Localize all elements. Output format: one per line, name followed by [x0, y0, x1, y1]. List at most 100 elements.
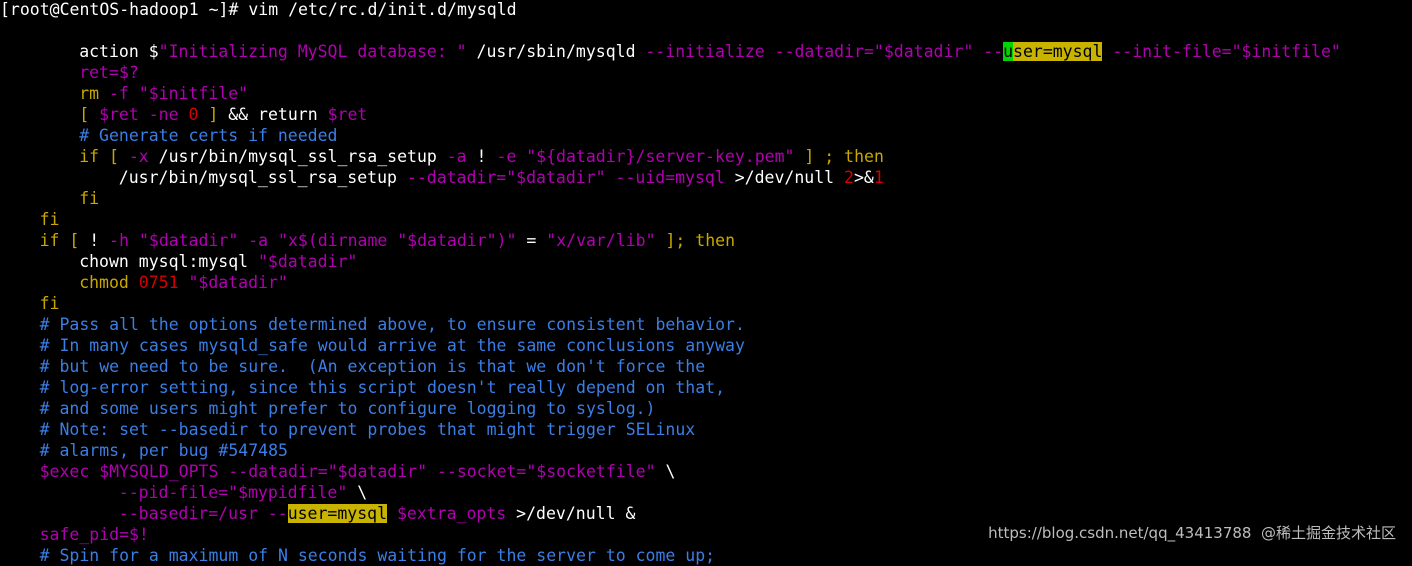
code-line: # and some users might prefer to configu…: [40, 398, 656, 419]
code-token: $extra_opts: [387, 504, 517, 523]
code-token: "$datadir": [327, 462, 428, 481]
code-token: "$mypidfile": [228, 483, 348, 502]
code-token: fi: [39, 210, 60, 229]
code-token: ]; then: [655, 231, 736, 250]
code-line: # alarms, per bug #547485: [40, 440, 288, 461]
code-token: -e: [496, 147, 517, 166]
code-token: -ne: [138, 105, 189, 124]
code-line: /usr/bin/mysql_ssl_rsa_setup --datadir="…: [119, 167, 884, 188]
code-token: -a: [446, 147, 467, 166]
code-token: !: [466, 147, 497, 166]
code-line: rm -f "$initfile": [79, 83, 248, 104]
code-token: if [: [39, 231, 90, 250]
code-token: --basedir=/usr --: [118, 504, 288, 523]
code-line: # Pass all the options determined above,…: [40, 314, 745, 335]
code-token: "Initializing MySQL database: ": [158, 42, 467, 61]
code-token: && return: [228, 105, 328, 124]
code-token: fi: [39, 294, 60, 313]
code-token: "x/var/lib": [546, 231, 656, 250]
code-token: =: [516, 231, 547, 250]
code-line: fi: [40, 293, 60, 314]
code-token: --socket=: [427, 462, 527, 481]
code-line: # Note: set --basedir to prevent probes …: [40, 419, 696, 440]
code-line: action $"Initializing MySQL database: " …: [79, 41, 1341, 62]
code-token: \: [347, 483, 368, 502]
code-token: if [: [79, 147, 129, 166]
code-token: --: [973, 42, 1004, 61]
text-cursor: u: [1003, 42, 1014, 61]
code-token: -h: [109, 231, 130, 250]
code-token: # Pass all the options determined above,…: [39, 315, 745, 334]
code-token: >/dev/null &: [516, 504, 636, 523]
code-token: !: [89, 231, 110, 250]
code-token: # and some users might prefer to configu…: [39, 399, 656, 418]
code-line: $exec $MYSQLD_OPTS --datadir="$datadir" …: [40, 461, 676, 482]
code-token: /usr/bin/mysql_ssl_rsa_setup: [118, 168, 407, 187]
code-token: >/dev/null: [734, 168, 844, 187]
code-token: $ret: [327, 105, 368, 124]
code-token: ] ; then: [794, 147, 884, 166]
code-token: # alarms, per bug #547485: [39, 441, 288, 460]
code-token: "$datadir": [129, 231, 239, 250]
code-token: # Spin for a maximum of N seconds waitin…: [39, 546, 716, 565]
code-token: /usr/sbin/mysqld: [466, 42, 646, 61]
code-token: rm: [79, 84, 109, 103]
code-line: [ $ret -ne 0 ] && return $ret: [79, 104, 367, 125]
code-token: -f: [109, 84, 139, 103]
code-line: # log-error setting, since this script d…: [40, 377, 725, 398]
code-token: safe_pid=: [39, 525, 129, 544]
code-token: # but we need to be sure. (An exception …: [39, 357, 706, 376]
code-token: $exec $MYSQLD_OPTS --datadir=: [39, 462, 328, 481]
code-token: "$socketfile": [526, 462, 656, 481]
code-line: # In many cases mysqld_safe would arrive…: [40, 335, 745, 356]
code-line: --pid-file="$mypidfile" \: [119, 482, 367, 503]
code-line: # Generate certs if needed: [79, 125, 337, 146]
code-token: /usr/bin/mysql_ssl_rsa_setup: [148, 147, 447, 166]
code-token: [root@CentOS-hadoop1 ~]# vim /etc/rc.d/i…: [0, 0, 517, 19]
code-token: # Note: set --basedir to prevent probes …: [39, 420, 696, 439]
code-token: \: [655, 462, 676, 481]
code-token: --initialize --datadir=: [645, 42, 874, 61]
code-token: 0: [188, 105, 199, 124]
code-token: 0751: [138, 273, 179, 292]
watermark-text: https://blog.csdn.net/qq_43413788 @稀土掘金技…: [982, 521, 1402, 544]
code-token: "$datadir": [506, 168, 606, 187]
code-line: # but we need to be sure. (An exception …: [40, 356, 706, 377]
code-line: --basedir=/usr --user=mysql $extra_opts …: [118, 503, 636, 524]
terminal-window[interactable]: [root@CentOS-hadoop1 ~]# vim /etc/rc.d/i…: [0, 0, 1412, 565]
code-token: "$datadir": [397, 231, 497, 250]
code-token: ]: [198, 105, 229, 124]
code-token: "$initfile": [1231, 42, 1341, 61]
code-token: [: [79, 105, 100, 124]
code-token: --uid=mysql: [605, 168, 735, 187]
code-line: safe_pid=$!: [40, 524, 149, 545]
code-token: ret=: [79, 63, 119, 82]
code-line: fi: [79, 188, 99, 209]
code-token: "x$(dirname: [268, 231, 398, 250]
code-token: # log-error setting, since this script d…: [39, 378, 726, 397]
code-line: # Spin for a maximum of N seconds waitin…: [40, 545, 716, 566]
code-token: # In many cases mysqld_safe would arrive…: [39, 336, 745, 355]
code-line: chown mysql:mysql "$datadir": [79, 251, 357, 272]
code-token: "${datadir}/server-key.pem": [516, 147, 795, 166]
code-token: )": [496, 231, 517, 250]
code-token: 1: [873, 168, 884, 187]
code-token: --init-file=: [1102, 42, 1232, 61]
code-token: "$datadir": [178, 273, 288, 292]
code-token: "$initfile": [138, 84, 249, 103]
code-token: "$datadir": [258, 252, 358, 271]
code-token: -x: [128, 147, 149, 166]
code-token: -a: [238, 231, 269, 250]
code-token: user=mysql: [287, 504, 388, 523]
code-token: fi: [79, 189, 100, 208]
code-token: $ret: [99, 105, 139, 124]
code-token: $?: [118, 63, 139, 82]
code-line: ret=$?: [79, 62, 139, 83]
code-token: $!: [129, 525, 149, 544]
code-token: $: [148, 42, 159, 61]
code-line: fi: [40, 209, 60, 230]
code-token: "$datadir": [873, 42, 974, 61]
code-token: ser=mysql: [1013, 42, 1103, 61]
shell-prompt-line: [root@CentOS-hadoop1 ~]# vim /etc/rc.d/i…: [0, 0, 517, 20]
code-token: --datadir=: [406, 168, 507, 187]
